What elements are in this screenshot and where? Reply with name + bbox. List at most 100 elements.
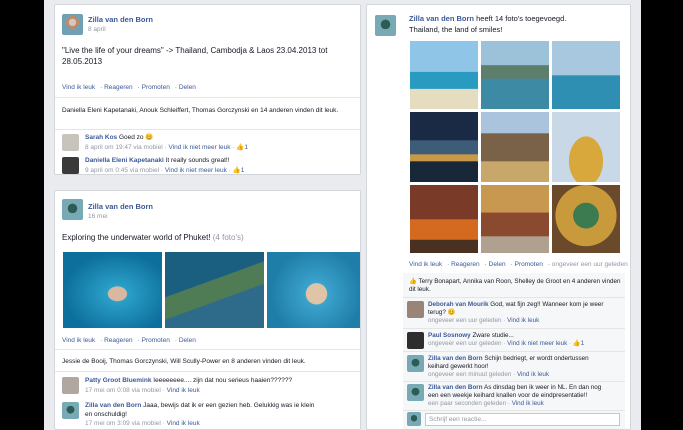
avatar[interactable] [62, 402, 79, 419]
thumbs-up-icon: 👍 [572, 340, 581, 347]
album-photo-temple-statue[interactable] [480, 111, 550, 183]
post-time[interactable]: ongeveer een uur geleden [552, 261, 628, 268]
comment-author[interactable]: Zilla van den Born [428, 355, 483, 362]
share-button[interactable]: Delen [179, 337, 196, 344]
comment-like-link[interactable]: Vind ik leuk [167, 420, 200, 427]
album-title[interactable]: Thailand, the land of smiles! [409, 25, 502, 35]
news-feed: Zilla van den Born 8 april "Live the lif… [44, 0, 641, 430]
comment-meta: een paar seconden geleden · Vind ik leuk [428, 400, 544, 407]
comment-like-link[interactable]: Vind ik niet meer leuk [165, 167, 227, 174]
post-author[interactable]: Zilla van den Born [409, 14, 474, 23]
comment-text: As dinsdag ben ik weer in NL. En dan nog [484, 384, 602, 391]
avatar[interactable] [62, 14, 83, 35]
underwater-photo-1[interactable] [62, 251, 163, 329]
avatar[interactable] [407, 355, 424, 372]
post-text: "Live the life of your dreams" -> Thaila… [62, 46, 328, 66]
post-card: Zilla van den Born heeft 14 foto's toege… [366, 4, 631, 430]
promote-button[interactable]: Promoten [515, 261, 543, 268]
comment-meta: ongeveer een minuut geleden · Vind ik le… [428, 371, 550, 378]
comment-meta: ongeveer een uur geleden · Vind ik niet … [428, 340, 585, 347]
comment: Paul Sosnowy Zware studie... [428, 332, 514, 340]
promote-button[interactable]: Promoten [142, 337, 170, 344]
album-photo-temple-interior[interactable] [480, 184, 550, 254]
comment: Zilla van den Born As dinsdag ben ik wee… [428, 384, 601, 392]
thumbs-up-icon: 👍 [409, 278, 417, 285]
comment-meta: ongeveer een uur geleden · Vind ik leuk [428, 317, 540, 324]
comment-author[interactable]: Zilla van den Born [428, 384, 483, 391]
likes-summary: Jessie de Booij, Thomas Gorczynski, Will… [62, 358, 306, 365]
like-button[interactable]: Vind ik leuk [62, 337, 95, 344]
comment-text: Schijn bedriegt, er wordt ondertussen [484, 355, 589, 362]
share-button[interactable]: Delen [179, 84, 196, 91]
like-button[interactable]: Vind ik leuk [62, 84, 95, 91]
album-photo-city-night[interactable] [409, 111, 479, 183]
avatar[interactable] [375, 15, 396, 36]
album-photo-guardian[interactable] [551, 184, 621, 254]
promote-button[interactable]: Promoten [142, 84, 170, 91]
comment-button[interactable]: Reageren [104, 337, 133, 344]
comment-text: Jaaa, bewijs dat ik er een gezien heb. G… [143, 402, 315, 409]
comment-author[interactable]: Paul Sosnowy [428, 332, 471, 339]
avatar[interactable] [62, 377, 79, 394]
avatar[interactable] [62, 134, 79, 151]
comment-like-link[interactable]: Vind ik leuk [167, 387, 200, 394]
comment-meta: 8 april om 19:47 via mobiel · Vind ik ni… [85, 144, 248, 151]
comment: Sarah Kos Goed zo 😊 [85, 134, 153, 143]
comment-like-link[interactable]: Vind ik leuk [512, 400, 544, 407]
share-button[interactable]: Delen [489, 261, 506, 268]
comment-like-link[interactable]: Vind ik leuk [517, 371, 549, 378]
album-photo-boat[interactable] [480, 40, 550, 110]
likes-summary: Daniella Eleni Kapetanaki, Anouk Schleif… [62, 107, 339, 114]
post-header: Zilla van den Born heeft 14 foto's toege… [409, 14, 567, 23]
comment-text: Goed zo 😊 [118, 134, 154, 141]
comment-text: It really sounds great!! [165, 157, 230, 164]
comment: Daniella Eleni Kapetanaki It really soun… [85, 157, 230, 166]
avatar[interactable] [407, 412, 421, 426]
comment-author[interactable]: Zilla van den Born [85, 402, 141, 409]
like-button[interactable]: Vind ik leuk [409, 261, 442, 268]
avatar[interactable] [407, 384, 424, 401]
comment: Zilla van den Born Jaaa, bewijs dat ik e… [85, 402, 314, 411]
comment: Zilla van den Born Schijn bedriegt, er w… [428, 355, 589, 363]
thumbs-up-icon: 👍 [232, 167, 241, 174]
post-actions: Vind ik leuk · Reageren · Promoten · Delen [62, 337, 196, 344]
post-card: Zilla van den Born 16 mei Exploring the … [54, 190, 361, 430]
comment-text-continued: en onschuldig! [85, 411, 127, 418]
post-date[interactable]: 8 april [88, 26, 106, 33]
comment-text: God, wat fijn zeg!! Wanneer kom je weer [490, 301, 604, 308]
album-photo-monk[interactable] [409, 184, 479, 254]
post-author[interactable]: Zilla van den Born [88, 15, 153, 24]
post-author[interactable]: Zilla van den Born [88, 202, 153, 211]
avatar[interactable] [62, 157, 79, 174]
comment: Deborah van Mourik God, wat fijn zeg!! W… [428, 301, 603, 309]
comment-author[interactable]: Deborah van Mourik [428, 301, 489, 308]
comment-meta: 17 mei om 0:08 via mobiel · Vind ik leuk [85, 387, 200, 394]
post-actions: Vind ik leuk · Reageren · Delen · Promoten ·… [409, 261, 628, 268]
comment-text-continued: keihard gewerkt hoor! [428, 363, 489, 370]
comment-author[interactable]: Sarah Kos [85, 134, 117, 141]
comment-text: Ieeeeeeee.... zijn dat nou serieus haaie… [153, 377, 293, 384]
underwater-photo-2[interactable] [164, 251, 265, 329]
avatar[interactable] [62, 199, 83, 220]
post-text: Exploring the underwater world of Phuket… [62, 233, 244, 242]
album-photo-golden-stupa[interactable] [551, 111, 621, 183]
avatar[interactable] [407, 332, 424, 349]
comment-author[interactable]: Daniella Eleni Kapetanaki [85, 157, 164, 164]
comment-input[interactable]: Schrijf een reactie... [425, 413, 620, 426]
comments-panel: 👍 Terry Bonapart, Annika van Roon, Shell… [403, 273, 625, 429]
post-actions: Vind ik leuk · Reageren · Promoten · Delen [62, 84, 196, 91]
post-card: Zilla van den Born 8 april "Live the lif… [54, 4, 361, 175]
comment-like-link[interactable]: Vind ik niet meer leuk [168, 144, 230, 151]
post-date[interactable]: 16 mei [88, 213, 108, 220]
comment-meta: 17 mei om 3:09 via mobiel · Vind ik leuk [85, 420, 200, 427]
album-photo-sea[interactable] [551, 40, 621, 110]
comment-like-link[interactable]: Vind ik leuk [507, 317, 539, 324]
comment-button[interactable]: Reageren [451, 261, 480, 268]
avatar[interactable] [407, 301, 424, 318]
comment-like-link[interactable]: Vind ik niet meer leuk [507, 340, 567, 347]
album-photo-beach[interactable] [409, 40, 479, 110]
comment-author[interactable]: Patty Groot Bluemink [85, 377, 151, 384]
underwater-photo-3[interactable] [266, 251, 360, 329]
comment-button[interactable]: Reageren [104, 84, 133, 91]
photo-count[interactable]: (4 foto's) [213, 233, 244, 242]
